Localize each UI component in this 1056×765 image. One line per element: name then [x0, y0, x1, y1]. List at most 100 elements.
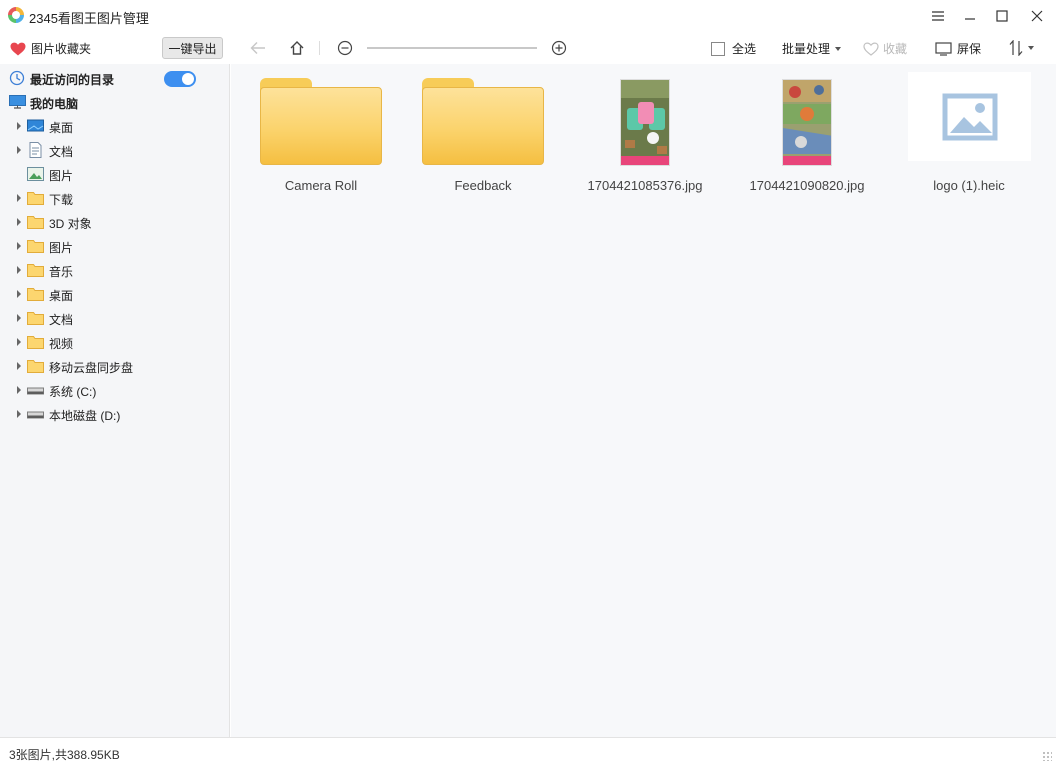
sort-dropdown[interactable]	[1009, 40, 1034, 56]
sidebar-tree-item[interactable]: 视频	[0, 330, 230, 354]
sidebar-item-my-computer[interactable]: 我的电脑	[0, 90, 230, 114]
file-item[interactable]: 1704421085376.jpg	[570, 72, 720, 202]
expand-arrow-icon[interactable]	[17, 146, 21, 154]
status-text: 3张图片,共388.95KB	[9, 748, 120, 762]
screensaver-button[interactable]: 屏保	[935, 40, 981, 57]
arrow-left-icon	[250, 42, 265, 54]
sidebar-item-recent[interactable]: 最近访问的目录	[0, 66, 230, 90]
title-bar: 2345看图王图片管理	[0, 0, 1056, 32]
sidebar-tree-item[interactable]: 图片	[0, 162, 230, 186]
folder-icon	[27, 264, 44, 277]
window-title: 2345看图王图片管理	[29, 11, 149, 26]
zoom-in-button[interactable]	[549, 38, 569, 58]
batch-process-label: 批量处理	[782, 42, 831, 56]
file-item[interactable]: Camera Roll	[246, 72, 396, 202]
document-icon	[29, 142, 42, 158]
heart-icon	[10, 42, 26, 55]
sidebar-item-label: 文档	[49, 145, 74, 159]
chevron-down-icon	[1028, 46, 1034, 50]
close-icon	[1031, 10, 1043, 22]
batch-process-dropdown[interactable]: 批量处理	[782, 40, 842, 57]
checkbox-box	[711, 41, 725, 56]
clock-icon	[9, 70, 25, 86]
file-name: 1704421090820.jpg	[749, 178, 865, 193]
sidebar-item-label: 图片	[49, 169, 74, 183]
sidebar-tree-item[interactable]: 音乐	[0, 258, 230, 282]
expand-arrow-icon[interactable]	[17, 410, 21, 418]
expand-arrow-icon[interactable]	[17, 362, 21, 370]
expand-arrow-icon[interactable]	[17, 338, 21, 346]
menu-button[interactable]	[922, 0, 954, 32]
export-button[interactable]: 一键导出	[162, 37, 223, 59]
home-up-icon	[290, 41, 304, 55]
chevron-down-icon	[835, 46, 842, 51]
toolbar-divider	[319, 41, 320, 55]
expand-arrow-icon[interactable]	[17, 314, 21, 322]
select-all-checkbox[interactable]: 全选	[711, 40, 756, 57]
up-level-button[interactable]	[287, 38, 307, 58]
monitor-icon	[935, 41, 952, 56]
sidebar-tree-item[interactable]: 本地磁盘 (D:)	[0, 402, 230, 426]
sidebar-item-label: 系统 (C:)	[49, 385, 97, 399]
my-computer-label: 我的电脑	[30, 97, 79, 111]
expand-arrow-icon[interactable]	[17, 122, 21, 130]
screensaver-label: 屏保	[957, 42, 982, 56]
sidebar-item-label: 文档	[49, 313, 74, 327]
sidebar-tree-item[interactable]: 3D 对象	[0, 210, 230, 234]
game-screenshot-icon	[621, 80, 669, 165]
expand-arrow-icon[interactable]	[17, 290, 21, 298]
collect-button[interactable]: 收藏	[863, 40, 907, 57]
maximize-button[interactable]	[986, 0, 1018, 32]
recent-label: 最近访问的目录	[30, 73, 115, 87]
zoom-in-icon	[551, 40, 567, 56]
file-name: 1704421085376.jpg	[587, 178, 703, 193]
sidebar-tree-item[interactable]: 桌面	[0, 282, 230, 306]
maximize-icon	[996, 10, 1008, 22]
favorites-button[interactable]: 图片收藏夹	[10, 40, 91, 57]
computer-icon	[9, 95, 26, 109]
sidebar-item-label: 桌面	[49, 121, 74, 135]
sort-icon	[1009, 40, 1023, 56]
file-item[interactable]: logo (1).heic	[894, 72, 1044, 202]
minimize-icon	[965, 18, 975, 20]
zoom-out-button[interactable]	[335, 38, 355, 58]
folder-icon	[27, 288, 44, 301]
sidebar-item-label: 移动云盘同步盘	[49, 361, 134, 375]
close-button[interactable]	[1021, 0, 1053, 32]
sidebar-tree-item[interactable]: 图片	[0, 234, 230, 258]
sidebar-tree-item[interactable]: 移动云盘同步盘	[0, 354, 230, 378]
resize-grip[interactable]	[1042, 751, 1052, 761]
expand-arrow-icon[interactable]	[17, 218, 21, 226]
sidebar-tree-item[interactable]: 系统 (C:)	[0, 378, 230, 402]
sidebar-tree-item[interactable]: 下载	[0, 186, 230, 210]
folder-icon	[27, 192, 44, 205]
sidebar-tree-item[interactable]: 文档	[0, 138, 230, 162]
file-item[interactable]: Feedback	[408, 72, 558, 202]
folder-icon	[27, 312, 44, 325]
sidebar-item-label: 3D 对象	[49, 217, 92, 231]
sidebar-tree-item[interactable]: 文档	[0, 306, 230, 330]
zoom-slider-track[interactable]	[367, 47, 537, 49]
expand-arrow-icon[interactable]	[17, 386, 21, 394]
heart-outline-icon	[863, 41, 879, 56]
minimize-button[interactable]	[954, 0, 986, 32]
sidebar-item-label: 视频	[49, 337, 74, 351]
expand-arrow-icon[interactable]	[17, 194, 21, 202]
sidebar-item-label: 图片	[49, 241, 74, 255]
expand-arrow-icon[interactable]	[17, 242, 21, 250]
folder-icon	[27, 360, 44, 373]
picture-icon	[27, 167, 44, 181]
expand-arrow-icon[interactable]	[17, 266, 21, 274]
folder-icon	[422, 78, 544, 165]
sidebar-item-label: 本地磁盘 (D:)	[49, 409, 121, 423]
image-placeholder	[908, 72, 1031, 161]
drive-icon	[27, 411, 44, 419]
file-name: logo (1).heic	[933, 178, 1005, 193]
file-item[interactable]: 1704421090820.jpg	[732, 72, 882, 202]
sidebar-tree-item[interactable]: 桌面	[0, 114, 230, 138]
image-thumbnail	[620, 79, 670, 166]
game-screenshot-icon	[783, 80, 831, 165]
collect-label: 收藏	[883, 42, 908, 56]
back-button[interactable]	[248, 38, 268, 58]
recent-toggle[interactable]	[164, 71, 196, 87]
